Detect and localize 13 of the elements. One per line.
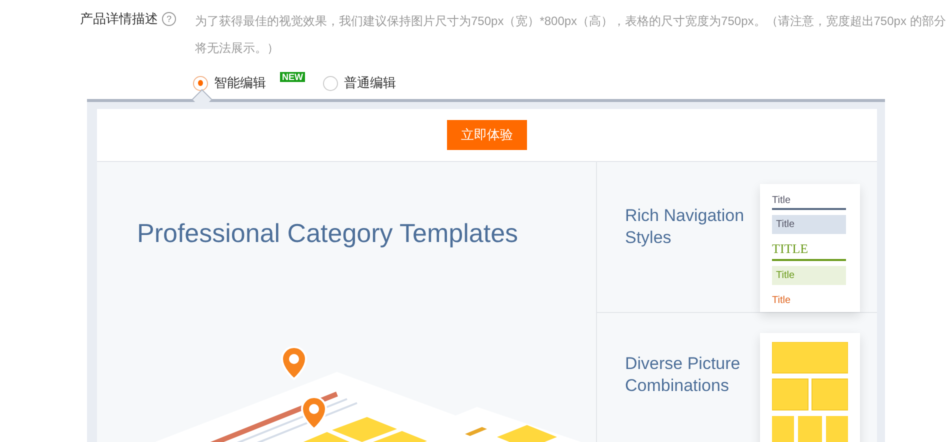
nav-title-sample: Title	[772, 266, 846, 285]
feature-title: Diverse Picture Combinations	[624, 353, 742, 397]
field-label: 产品详情描述	[80, 10, 158, 28]
field-description: 为了获得最佳的视觉效果，我们建议保持图片尺寸为750px（宽）*800px（高），表格的尺寸宽度为750px。（请注意，宽度超出750px 的部分将无法展示。）	[195, 13, 947, 57]
nav-title-sample: TITLE	[772, 239, 846, 261]
nav-title-sample: Title	[772, 294, 792, 308]
hero-title: Professional Category Templates	[137, 218, 520, 249]
nav-title-sample: Title	[772, 215, 846, 234]
editor-mode-radio[interactable]: 普通编辑	[323, 72, 396, 94]
help-icon[interactable]: ?	[162, 12, 176, 26]
nav-title-sample: Title	[772, 193, 846, 210]
feature-title: Rich Navigation Styles	[624, 205, 746, 249]
new-badge: NEW	[280, 72, 305, 82]
